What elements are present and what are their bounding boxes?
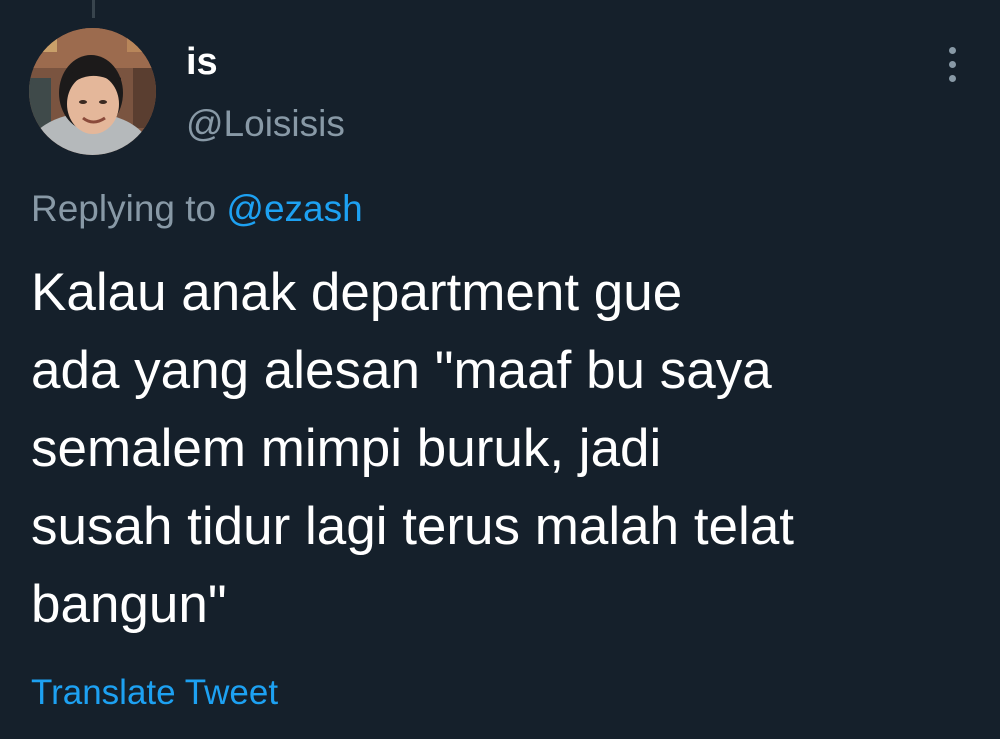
reply-mention-link[interactable]: @ezash <box>226 188 362 229</box>
display-name[interactable]: is <box>186 38 218 86</box>
tweet-text-line: ada yang alesan "maaf bu saya <box>31 341 772 400</box>
thread-connector-line <box>92 0 95 18</box>
more-vertical-icon <box>949 47 956 54</box>
more-vertical-icon <box>949 75 956 82</box>
more-vertical-icon <box>949 61 956 68</box>
tweet-text: Kalau anak department gue ada yang alesa… <box>31 254 971 644</box>
user-handle[interactable]: @Loisisis <box>186 100 345 148</box>
tweet-text-line: semalem mimpi buruk, jadi <box>31 419 662 478</box>
replying-to-line: Replying to @ezash <box>31 184 363 234</box>
user-avatar-photo-icon <box>29 28 156 155</box>
avatar[interactable] <box>29 28 156 155</box>
translate-tweet-link[interactable]: Translate Tweet <box>31 668 278 718</box>
tweet-text-line: bangun" <box>31 575 227 634</box>
tweet-text-line: susah tidur lagi terus malah telat <box>31 497 795 556</box>
replying-prefix: Replying to <box>31 188 217 229</box>
more-options-button[interactable] <box>932 42 974 88</box>
tweet-text-line: Kalau anak department gue <box>31 263 683 322</box>
